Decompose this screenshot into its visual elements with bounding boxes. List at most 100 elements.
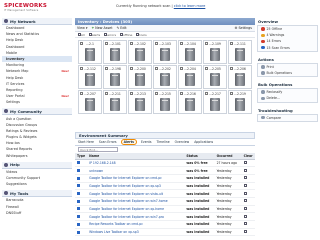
device-tile[interactable]: ...2.206 bbox=[228, 65, 252, 89]
filter-tools[interactable]: tools bbox=[136, 32, 147, 37]
device-checkbox[interactable] bbox=[230, 92, 233, 95]
action-item[interactable]: Delete... bbox=[258, 95, 317, 101]
settings-button[interactable]: ⚙ Settings bbox=[235, 26, 253, 30]
device-tile[interactable]: ...2.219 bbox=[228, 90, 252, 114]
device-checkbox[interactable] bbox=[180, 92, 183, 95]
table-row[interactable]: Google Toolbar for Internet Explorer on … bbox=[75, 212, 255, 221]
name-cell[interactable]: Google Toolbar for Internet Explorer on … bbox=[87, 205, 185, 214]
name-cell[interactable]: Google Toolbar for Internet Explorer on … bbox=[87, 182, 185, 191]
clear-checkbox[interactable] bbox=[243, 160, 247, 164]
name-cell[interactable]: Google Toolbar for Internet Explorer on … bbox=[87, 174, 185, 183]
name-cell[interactable]: Google Toolbar for Internet Explorer on … bbox=[87, 197, 185, 206]
device-checkbox[interactable] bbox=[130, 67, 133, 70]
device-checkbox[interactable] bbox=[230, 67, 233, 70]
name-cell[interactable]: Google Toolbar for Internet Explorer on … bbox=[87, 212, 185, 221]
edit-button[interactable]: ✎ Edit bbox=[117, 26, 127, 30]
device-checkbox[interactable] bbox=[180, 42, 183, 45]
app-logo[interactable]: SPICEWORKS IT Management Software bbox=[4, 3, 47, 12]
table-row[interactable]: Google Toolbar for Internet Explorer on … bbox=[75, 197, 255, 206]
clear-checkbox[interactable] bbox=[243, 230, 247, 234]
sidebar-community-header[interactable]: My Community bbox=[2, 108, 72, 116]
device-checkbox[interactable] bbox=[105, 67, 108, 70]
device-checkbox[interactable] bbox=[155, 67, 158, 70]
clear-checkbox[interactable] bbox=[243, 176, 247, 180]
device-tile[interactable]: ...2.217 bbox=[203, 90, 227, 114]
device-tile[interactable]: ...2.198 bbox=[103, 65, 127, 89]
table-row[interactable]: unknown was 0% free Yesterday bbox=[75, 166, 255, 175]
filter-errors[interactable]: errors bbox=[104, 32, 116, 37]
table-row[interactable]: Google Toolbar for Internet Explorer on … bbox=[75, 174, 255, 183]
device-checkbox[interactable] bbox=[155, 42, 158, 45]
device-checkbox[interactable] bbox=[230, 42, 233, 45]
action-item[interactable]: Bulk Operations bbox=[258, 70, 317, 76]
device-tile[interactable]: ...2.202 bbox=[153, 65, 177, 89]
table-row[interactable]: IP 192.168.2.148 was 0% free 27 hours ago bbox=[75, 159, 255, 168]
device-tile[interactable]: ...2.207 bbox=[78, 90, 102, 114]
device-tile[interactable]: ...2.111 bbox=[228, 40, 252, 64]
new-asset-button[interactable]: + New Asset bbox=[91, 26, 112, 30]
device-tile[interactable]: ...2.104 bbox=[178, 40, 202, 64]
device-tile[interactable]: ...2.205 bbox=[203, 65, 227, 89]
filter-alerts[interactable]: alerts bbox=[88, 32, 100, 37]
table-row[interactable]: Google Toolbar for Internet Explorer on … bbox=[75, 182, 255, 191]
tab-alerts[interactable]: Alerts bbox=[120, 139, 137, 145]
clear-checkbox[interactable] bbox=[243, 222, 247, 226]
clear-checkbox[interactable] bbox=[243, 191, 247, 195]
scan-learn-more-link[interactable]: click to learn more bbox=[174, 4, 206, 8]
device-tile[interactable]: ...2.213 bbox=[128, 90, 152, 114]
device-tile[interactable]: ...2.109 bbox=[203, 40, 227, 64]
clear-checkbox[interactable] bbox=[243, 214, 247, 218]
table-row[interactable]: Recipe Reworks Toolbar on cmd-pc was inst… bbox=[75, 220, 255, 229]
table-row[interactable]: Windows Live Toolbar on xp-sp3 was instal… bbox=[75, 228, 255, 237]
name-cell[interactable]: IP 192.168.2.148 bbox=[87, 159, 185, 168]
tab-start-here[interactable]: Start Here bbox=[77, 140, 95, 144]
sidebar-network-header[interactable]: My Network bbox=[2, 18, 72, 25]
action-item[interactable]: Compare bbox=[258, 115, 317, 121]
device-checkbox[interactable] bbox=[205, 42, 208, 45]
device-checkbox[interactable] bbox=[205, 92, 208, 95]
device-checkbox[interactable] bbox=[80, 42, 83, 45]
table-row[interactable]: Google Toolbar for Internet Explorer on … bbox=[75, 189, 255, 198]
device-tile[interactable]: ...2.112 bbox=[78, 65, 102, 89]
tab-applications[interactable]: Applications bbox=[193, 140, 214, 144]
device-tile[interactable]: ...2.103 bbox=[153, 40, 177, 64]
name-cell[interactable]: Windows Live Toolbar on xp-sp3 bbox=[87, 228, 185, 237]
device-tile[interactable]: ...2.211 bbox=[103, 90, 127, 114]
view-button[interactable]: View ▾ bbox=[77, 26, 87, 30]
name-cell[interactable]: unknown bbox=[87, 166, 185, 175]
device-checkbox[interactable] bbox=[105, 42, 108, 45]
tab-overview[interactable]: Overview bbox=[174, 140, 191, 144]
device-checkbox[interactable] bbox=[80, 67, 83, 70]
device-checkbox[interactable] bbox=[105, 92, 108, 95]
device-tile[interactable]: ...2.101 bbox=[103, 40, 127, 64]
device-tile[interactable]: ...2.200 bbox=[128, 65, 152, 89]
overview-item[interactable]: 15 Scan Errors bbox=[258, 45, 317, 51]
table-row[interactable]: Google Toolbar for Internet Explorer on … bbox=[75, 205, 255, 214]
device-checkbox[interactable] bbox=[80, 92, 83, 95]
name-cell[interactable]: Recipe Reworks Toolbar on cmd-pc bbox=[87, 220, 185, 229]
device-tile[interactable]: ...2.215 bbox=[153, 90, 177, 114]
quick-find-input[interactable] bbox=[78, 147, 118, 152]
device-tile[interactable]: ...2.204 bbox=[178, 65, 202, 89]
device-tile[interactable]: ...2.216 bbox=[178, 90, 202, 114]
clear-checkbox[interactable] bbox=[243, 183, 247, 187]
device-checkbox[interactable] bbox=[130, 42, 133, 45]
tab-timeline[interactable]: Timeline bbox=[155, 140, 170, 144]
tab-scan-errors[interactable]: Scan Errors bbox=[98, 140, 118, 144]
clear-checkbox[interactable] bbox=[243, 168, 247, 172]
device-checkbox[interactable] bbox=[180, 67, 183, 70]
clear-checkbox[interactable] bbox=[243, 199, 247, 203]
sidebar-help-header[interactable]: Help bbox=[2, 161, 72, 169]
device-checkbox[interactable] bbox=[205, 67, 208, 70]
sidebar-tools-header[interactable]: My Tools bbox=[2, 190, 72, 198]
clear-checkbox[interactable] bbox=[243, 206, 247, 210]
device-tile[interactable]: ...2.102 bbox=[128, 40, 152, 64]
device-checkbox[interactable] bbox=[155, 92, 158, 95]
device-tile[interactable]: ...2.1 bbox=[78, 40, 102, 64]
filter-offline[interactable]: offline bbox=[120, 32, 132, 37]
filter-all[interactable]: All bbox=[78, 32, 85, 37]
tab-events[interactable]: Events bbox=[140, 140, 152, 144]
sidebar-item[interactable]: DNSStuff bbox=[2, 210, 72, 216]
device-checkbox[interactable] bbox=[130, 92, 133, 95]
name-cell[interactable]: Google Toolbar for Internet Explorer on … bbox=[87, 189, 185, 198]
